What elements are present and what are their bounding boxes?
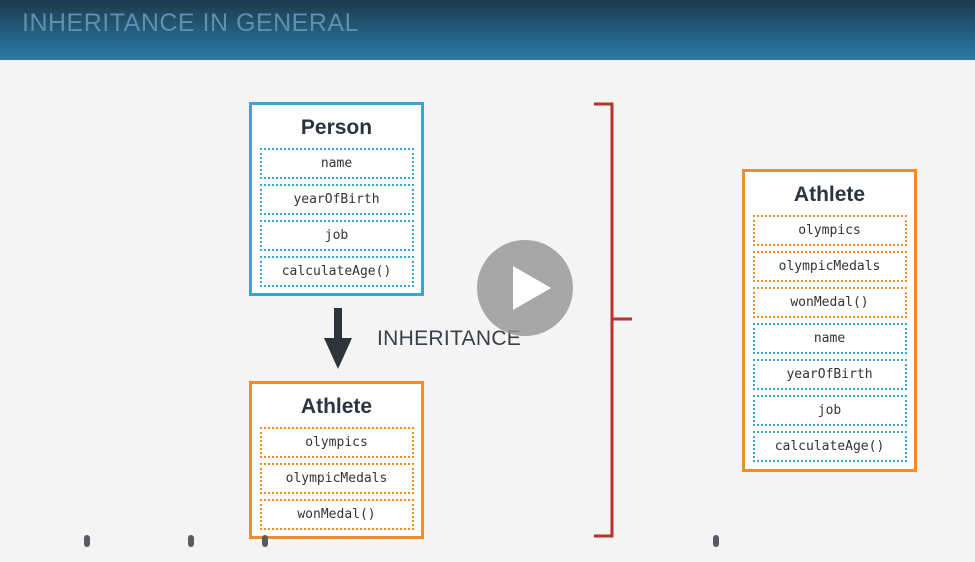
result-prop-name: name: [752, 323, 907, 354]
right-bracket-icon: [594, 102, 632, 538]
slide-title: INHERITANCE IN GENERAL: [22, 9, 359, 37]
timeline-marker[interactable]: [188, 535, 194, 547]
timeline-marker[interactable]: [262, 535, 268, 547]
person-box-title: Person: [300, 116, 373, 139]
result-prop-year-of-birth: yearOfBirth: [752, 359, 907, 390]
result-box-title: Athlete: [793, 183, 866, 206]
person-box: Person name yearOfBirth job calculateAge…: [249, 102, 424, 296]
result-prop-calculate-age: calculateAge(): [752, 431, 907, 462]
person-prop-calculate-age: calculateAge(): [259, 256, 414, 287]
result-prop-job: job: [752, 395, 907, 426]
person-prop-name: name: [259, 148, 414, 179]
athlete-prop-olympics: olympics: [259, 427, 414, 458]
timeline-marker[interactable]: [713, 535, 719, 547]
result-athlete-box: Athlete olympics olympicMedals wonMedal(…: [742, 169, 917, 472]
result-prop-won-medal: wonMedal(): [752, 287, 907, 318]
slide-header: INHERITANCE IN GENERAL: [0, 0, 975, 60]
result-prop-olympics: olympics: [752, 215, 907, 246]
inheritance-label: INHERITANCE: [377, 327, 522, 350]
athlete-prop-won-medal: wonMedal(): [259, 499, 414, 530]
timeline-marker[interactable]: [84, 535, 90, 547]
play-icon: [513, 266, 551, 310]
person-prop-year-of-birth: yearOfBirth: [259, 184, 414, 215]
athlete-box: Athlete olympics olympicMedals wonMedal(…: [249, 381, 424, 539]
result-prop-olympic-medals: olympicMedals: [752, 251, 907, 282]
arrow-down-icon: [324, 308, 352, 369]
person-prop-job: job: [259, 220, 414, 251]
play-button[interactable]: [477, 240, 573, 336]
athlete-box-title: Athlete: [300, 395, 373, 418]
athlete-prop-olympic-medals: olympicMedals: [259, 463, 414, 494]
